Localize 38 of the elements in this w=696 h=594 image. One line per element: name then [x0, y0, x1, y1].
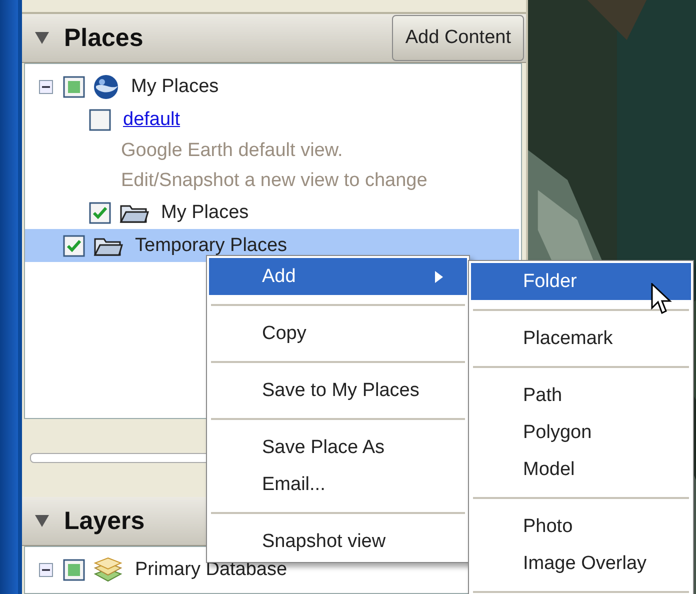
item-description: Edit/Snapshot a new view to change: [121, 170, 428, 192]
checkbox[interactable]: [89, 108, 111, 130]
checkbox[interactable]: [63, 234, 85, 256]
tree-item[interactable]: My Places: [25, 196, 521, 229]
collapse-triangle-icon[interactable]: [34, 31, 50, 45]
menu-item[interactable]: Add: [209, 258, 467, 295]
menu-item[interactable]: Photo: [471, 508, 691, 545]
add-content-button[interactable]: Add Content: [392, 15, 524, 61]
tree-item-label: My Places: [131, 76, 219, 98]
panel-title: Layers: [64, 506, 146, 536]
layers-icon: [93, 556, 123, 582]
panel-title: Places: [64, 24, 144, 52]
menu-item[interactable]: Polygon: [471, 414, 691, 451]
expander-icon[interactable]: [39, 562, 53, 576]
menu-item[interactable]: Email...: [209, 466, 467, 503]
item-description: Google Earth default view.: [121, 140, 343, 162]
checkbox[interactable]: [63, 76, 85, 98]
tree-item[interactable]: My Places: [25, 70, 521, 103]
menu-item[interactable]: Placemark: [471, 320, 691, 357]
mouse-pointer-icon: [651, 283, 673, 317]
menu-item[interactable]: Save Place As: [209, 429, 467, 466]
menu-item[interactable]: Folder: [471, 263, 691, 300]
tree-item-label: My Places: [161, 202, 249, 224]
checkbox[interactable]: [89, 202, 111, 224]
menu-item[interactable]: Image Overlay: [471, 545, 691, 582]
menu-item[interactable]: Copy: [209, 315, 467, 352]
globe-icon: [93, 74, 119, 100]
tree-item-label: Temporary Places: [135, 234, 288, 256]
tree-item-label: Primary Database: [135, 558, 288, 580]
expander-icon[interactable]: [39, 80, 53, 94]
tree-item[interactable]: default: [25, 103, 521, 136]
menu-item[interactable]: Snapshot view: [209, 523, 467, 560]
menu-item[interactable]: Model: [471, 451, 691, 488]
menu-item[interactable]: Path: [471, 377, 691, 414]
menu-item[interactable]: Save to My Places: [209, 372, 467, 409]
link[interactable]: default: [123, 108, 180, 130]
collapse-triangle-icon[interactable]: [34, 514, 50, 528]
checkbox[interactable]: [63, 558, 85, 580]
